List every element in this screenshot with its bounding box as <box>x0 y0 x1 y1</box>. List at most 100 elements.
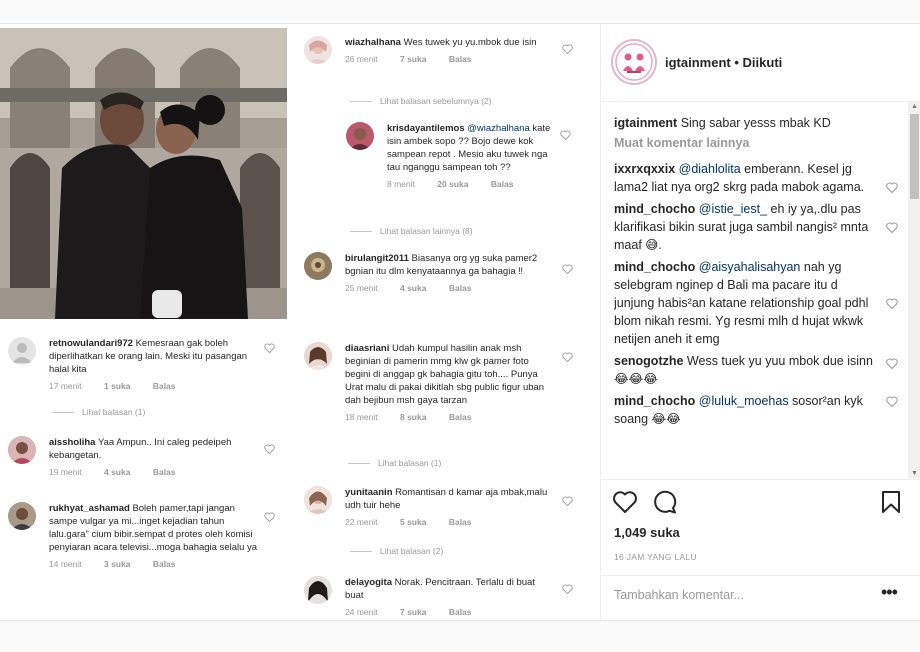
comment-likes[interactable]: 4 suka <box>400 283 426 293</box>
reply-item: krisdayantilemos @wiazhalhana kate isin … <box>346 122 576 210</box>
comment-meta: 25 menit 4 suka Balas <box>345 282 551 295</box>
reply-button[interactable]: Balas <box>449 54 472 64</box>
scroll-down-arrow-icon[interactable]: ▼ <box>911 470 918 477</box>
heart-icon[interactable] <box>562 584 573 594</box>
reply-button[interactable]: Balas <box>153 381 176 391</box>
comment-item: mind_chocho @istie_iest_ eh iy ya,.dlu p… <box>614 200 898 254</box>
heart-icon[interactable] <box>264 444 275 454</box>
comment-username[interactable]: delayogita <box>345 577 392 588</box>
post-sidebar: igtainment • Diikuti igtainment Sing sab… <box>600 24 920 620</box>
heart-icon[interactable] <box>562 44 573 54</box>
scroll-up-arrow-icon[interactable]: ▲ <box>911 103 918 110</box>
comment-likes[interactable]: 7 suka <box>400 607 426 617</box>
comments-scrollbar[interactable]: ▲ ▼ <box>908 102 920 478</box>
avatar[interactable] <box>8 337 36 365</box>
comment-body: yunitaanin Romantisan d kamar aja mbak,m… <box>345 486 551 529</box>
view-replies-link[interactable]: Lihat balasan (2) <box>350 546 443 556</box>
heart-icon[interactable] <box>562 352 573 362</box>
post-photo <box>0 28 287 319</box>
avatar[interactable] <box>304 36 332 64</box>
heart-icon[interactable] <box>886 358 898 369</box>
likes-count[interactable]: 1,049 suka <box>614 525 680 540</box>
comment-body: wiazhalhana Wes tuwek yu yu.mbok due isi… <box>345 36 551 66</box>
avatar[interactable] <box>304 576 332 604</box>
heart-icon[interactable] <box>612 490 638 514</box>
comment-username[interactable]: aissholiha <box>49 437 95 448</box>
comment-time: 14 menit <box>49 559 82 569</box>
comment-mention[interactable]: @aisyahalisahyan <box>699 260 801 274</box>
comment-time: 24 menit <box>345 607 378 617</box>
heart-icon[interactable] <box>562 264 573 274</box>
comment-username[interactable]: mind_chocho <box>614 260 695 274</box>
comment-likes[interactable]: 1 suka <box>104 381 130 391</box>
avatar[interactable] <box>8 502 36 530</box>
comment-username[interactable]: yunitaanin <box>345 487 393 498</box>
comment-username[interactable]: wiazhalhana <box>345 37 401 48</box>
view-replies-link[interactable]: Lihat balasan (1) <box>52 407 145 417</box>
comment-username[interactable]: diaasriani <box>345 343 389 354</box>
account-username[interactable]: igtainment <box>665 55 731 70</box>
comment-item: birulangit2011 Biasanya org yg suka pame… <box>304 252 576 314</box>
comment-mention[interactable]: @diahlolita <box>679 162 741 176</box>
comment-item: mind_chocho @luluk_moehas sosor²an kyk s… <box>614 392 898 428</box>
avatar[interactable] <box>304 342 332 370</box>
add-comment-input[interactable] <box>614 588 864 602</box>
follow-status-button[interactable]: Diikuti <box>743 55 783 70</box>
comment-username[interactable]: krisdayantilemos <box>387 123 465 134</box>
comment-username[interactable]: mind_chocho <box>614 202 695 216</box>
heart-icon[interactable] <box>264 512 275 522</box>
comment-mention[interactable]: @istie_iest_ <box>699 202 767 216</box>
comment-likes[interactable]: 3 suka <box>104 559 130 569</box>
comment-likes[interactable]: 5 suka <box>400 517 426 527</box>
heart-icon[interactable] <box>886 222 898 233</box>
comment-username[interactable]: mind_chocho <box>614 394 695 408</box>
comment-username[interactable]: rukhyat_ashamad <box>49 503 130 514</box>
reply-button[interactable]: Balas <box>449 283 472 293</box>
avatar[interactable] <box>346 122 374 150</box>
heart-icon[interactable] <box>886 298 898 309</box>
comment-bubble-icon[interactable] <box>652 490 678 514</box>
heart-icon[interactable] <box>560 130 571 140</box>
comment-username[interactable]: retnowulandari972 <box>49 338 133 349</box>
comment-username[interactable]: senogotzhe <box>614 354 683 368</box>
collage-column-middle: wiazhalhana Wes tuwek yu yu.mbok due isi… <box>300 28 590 620</box>
view-more-replies-link[interactable]: Lihat balasan lainnya (8) <box>350 226 473 236</box>
comments-collage: retnowulandari972 Kemesraan gak boleh di… <box>0 28 600 620</box>
heart-icon[interactable] <box>562 496 573 506</box>
reply-button[interactable]: Balas <box>153 559 176 569</box>
comment-time: 26 menit <box>345 54 378 64</box>
comment-likes[interactable]: 8 suka <box>400 412 426 422</box>
reply-button[interactable]: Balas <box>153 467 176 477</box>
comment-item: mind_chocho @aisyahalisahyan nah yg sele… <box>614 258 898 348</box>
add-comment-bar: ••• <box>601 575 920 615</box>
avatar[interactable] <box>8 436 36 464</box>
comment-mention[interactable]: @wiazhalhana <box>467 123 529 134</box>
heart-icon[interactable] <box>886 396 898 407</box>
reply-button[interactable]: Balas <box>449 517 472 527</box>
view-previous-replies-link[interactable]: Lihat balasan sebelumnya (2) <box>350 96 492 106</box>
heart-icon[interactable] <box>264 343 275 353</box>
comment-item: rukhyat_ashamad Boleh pamer,tapi jangan … <box>8 502 278 614</box>
account-avatar[interactable] <box>611 39 657 85</box>
bookmark-icon[interactable] <box>881 490 901 514</box>
comment-mention[interactable]: @luluk_moehas <box>699 394 789 408</box>
comment-username[interactable]: birulangit2011 <box>345 253 409 264</box>
more-dots-icon[interactable]: ••• <box>881 582 898 603</box>
avatar[interactable] <box>304 252 332 280</box>
reply-button[interactable]: Balas <box>491 179 514 189</box>
view-replies-link[interactable]: Lihat balasan (1) <box>348 458 441 468</box>
caption-username[interactable]: igtainment <box>614 116 677 130</box>
avatar[interactable] <box>304 486 332 514</box>
comment-meta: 19 menit 4 suka Balas <box>49 466 261 479</box>
reply-button[interactable]: Balas <box>449 412 472 422</box>
comment-time: 8 menit <box>387 179 415 189</box>
comment-username[interactable]: ixxrxqxxix <box>614 162 675 176</box>
heart-icon[interactable] <box>886 182 898 193</box>
comment-likes[interactable]: 7 suka <box>400 54 426 64</box>
load-more-comments-button[interactable]: Muat komentar lainnya <box>614 136 898 150</box>
scrollbar-thumb[interactable] <box>910 114 919 199</box>
reply-button[interactable]: Balas <box>449 607 472 617</box>
comment-likes[interactable]: 4 suka <box>104 467 130 477</box>
user-photo-avatar <box>8 502 36 530</box>
comment-likes[interactable]: 20 suka <box>437 179 468 189</box>
